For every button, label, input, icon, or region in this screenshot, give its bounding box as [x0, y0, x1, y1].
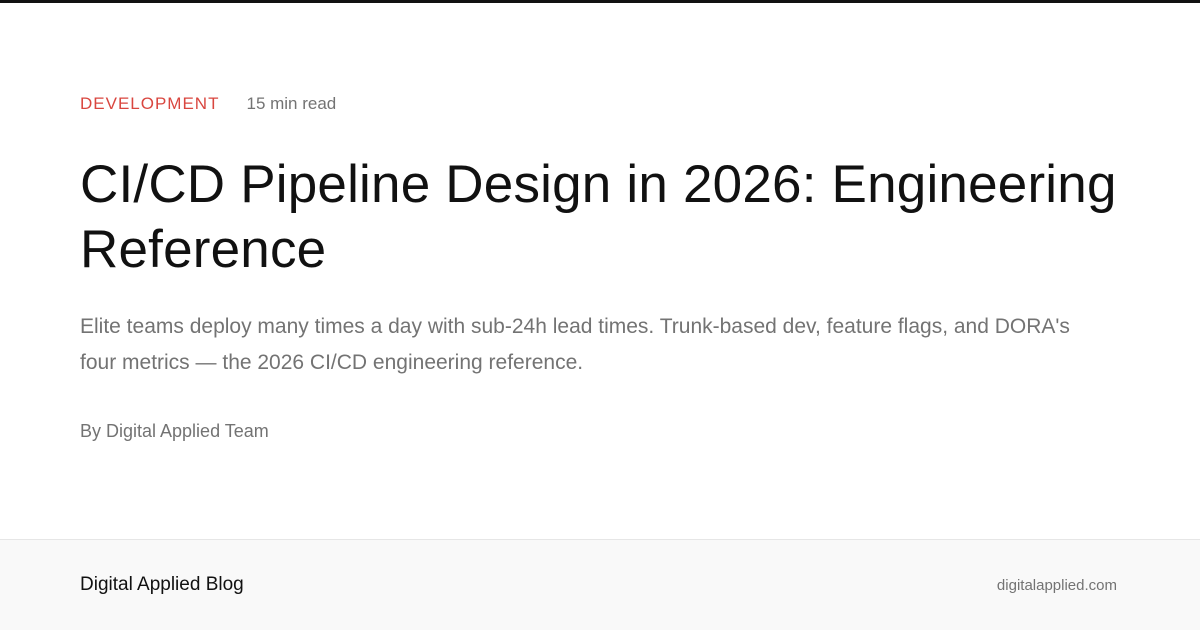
footer: Digital Applied Blog digitalapplied.com — [0, 539, 1200, 630]
read-time: 15 min read — [246, 94, 337, 113]
article-title: CI/CD Pipeline Design in 2026: Engineeri… — [80, 155, 1117, 279]
top-rule — [0, 0, 1200, 3]
meta-row: DEVELOPMENT 15 min read — [80, 94, 336, 114]
article-subtitle: Elite teams deploy many times a day with… — [80, 315, 1070, 374]
footer-brand: Digital Applied Blog — [80, 574, 244, 595]
category-label: DEVELOPMENT — [80, 94, 220, 113]
footer-domain: digitalapplied.com — [996, 577, 1117, 594]
byline: By Digital Applied Team — [80, 421, 269, 441]
